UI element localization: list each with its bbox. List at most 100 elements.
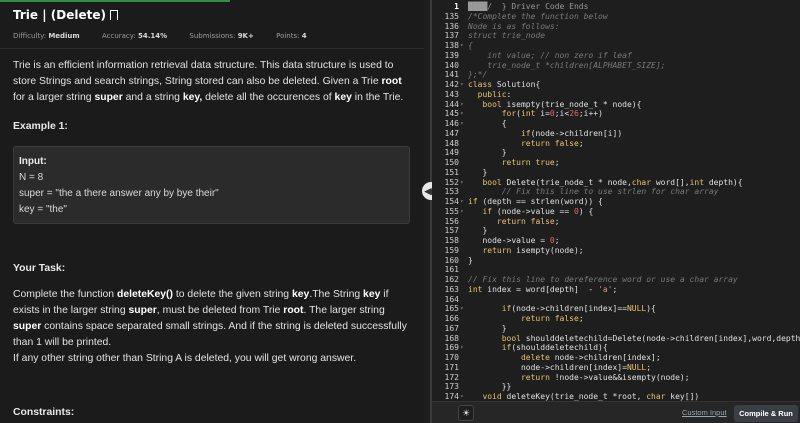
code-text[interactable]: int value; // non zero if leaf xyxy=(468,51,632,61)
code-line[interactable]: 152 ▾ bool Delete(trie_node_t * node,char… xyxy=(432,178,800,188)
editor-bottom-bar: ☀ Custom Input Compile & Run xyxy=(432,401,800,423)
code-text[interactable]: int index = word[depth] - 'a'; xyxy=(468,285,617,295)
code-text[interactable]: /*Complete the function below xyxy=(468,12,608,22)
code-text[interactable]: ████/ } Driver Code Ends xyxy=(468,2,588,12)
code-line[interactable]: 146 ▾ { xyxy=(432,119,800,129)
code-text[interactable]: if (depth == strlen(word)) { xyxy=(468,197,603,207)
fold-chevron-icon[interactable]: ▾ xyxy=(460,178,464,188)
code-text[interactable]: if(shoulddeletechild){ xyxy=(468,343,608,353)
code-text[interactable]: }} xyxy=(468,382,512,392)
compile-run-button[interactable]: Compile & Run xyxy=(734,405,798,422)
code-line[interactable]: 149 } xyxy=(432,148,800,158)
custom-input-link[interactable]: Custom Input xyxy=(682,408,727,417)
code-line[interactable]: 163 int index = word[depth] - 'a'; xyxy=(432,285,800,295)
code-text[interactable]: } xyxy=(468,256,473,266)
code-text[interactable]: if(node->children[i]) xyxy=(468,129,622,139)
code-line[interactable]: 141};*/ xyxy=(432,70,800,80)
code-text[interactable]: } xyxy=(468,168,487,178)
code-line[interactable]: 137 struct trie_node xyxy=(432,31,800,41)
fold-chevron-icon[interactable]: ▾ xyxy=(460,392,464,401)
code-text[interactable]: delete node->children[index]; xyxy=(468,353,661,363)
code-line[interactable]: 167 } xyxy=(432,324,800,334)
code-line[interactable]: 142 ▾ class Solution{ xyxy=(432,80,800,90)
code-line[interactable]: 174 ▾ void deleteKey(trie_node_t *root, c… xyxy=(432,392,800,401)
fold-chevron-icon[interactable]: ▾ xyxy=(460,197,464,207)
bookmark-icon[interactable] xyxy=(109,10,118,23)
code-line[interactable]: 162 // Fix this line to dereference word … xyxy=(432,275,800,285)
code-line[interactable]: 153 // Fix this line to use strlen for c… xyxy=(432,187,800,197)
code-line[interactable]: 136 Node is as follows: xyxy=(432,22,800,32)
fold-chevron-icon[interactable]: ▾ xyxy=(460,304,464,314)
code-text[interactable]: return !node->value&&isempty(node); xyxy=(468,373,690,383)
code-text[interactable]: return false; xyxy=(468,217,560,227)
code-line[interactable]: 154 ▾ if (depth == strlen(word)) { xyxy=(432,197,800,207)
code-text[interactable]: Node is as follows: xyxy=(468,22,560,32)
code-line[interactable]: 172 return !node->value&&isempty(node); xyxy=(432,373,800,383)
code-text[interactable]: return false; xyxy=(468,139,584,149)
code-text[interactable]: };*/ xyxy=(468,70,487,80)
code-text[interactable]: bool Delete(trie_node_t * node,char word… xyxy=(468,178,742,188)
code-line[interactable]: 169 ▾ if(shoulddeletechild){ xyxy=(432,343,800,353)
code-line[interactable]: 165 ▾ if(node->children[index]==NULL){ xyxy=(432,304,800,314)
code-line[interactable]: 147 if(node->children[i]) xyxy=(432,129,800,139)
code-text[interactable]: bool isempty(trie_node_t * node){ xyxy=(468,100,641,110)
code-line[interactable]: 145 ▾ for(int i=0;i<26;i++) xyxy=(432,109,800,119)
fold-chevron-icon[interactable]: ▾ xyxy=(460,343,464,353)
code-line[interactable]: 166 return false; xyxy=(432,314,800,324)
code-text[interactable]: return true; xyxy=(468,158,560,168)
code-line[interactable]: 164 xyxy=(432,295,800,305)
fold-chevron-icon[interactable]: ▾ xyxy=(460,41,464,51)
line-number: 157 xyxy=(444,226,459,236)
code-line[interactable]: 157 } xyxy=(432,226,800,236)
code-text[interactable]: bool shoulddeletechild=Delete(node->chil… xyxy=(468,334,800,344)
code-line[interactable]: 160} xyxy=(432,256,800,266)
code-line[interactable]: 140 trie_node_t *children[ALPHABET_SIZE]… xyxy=(432,61,800,71)
code-line[interactable]: 150 return true; xyxy=(432,158,800,168)
code-text[interactable]: node->children[index]=NULL; xyxy=(468,363,651,373)
lightbulb-icon[interactable]: ☀ xyxy=(458,405,474,421)
fold-chevron-icon[interactable]: ▾ xyxy=(460,100,464,110)
code-line[interactable]: 148 return false; xyxy=(432,139,800,149)
code-line[interactable]: 135 /*Complete the function below xyxy=(432,12,800,22)
code-text[interactable]: if (node->value == 0) { xyxy=(468,207,593,217)
code-line[interactable]: 171 node->children[index]=NULL; xyxy=(432,363,800,373)
code-text[interactable]: // Fix this line to use strlen for char … xyxy=(468,187,719,197)
fold-chevron-icon[interactable]: ▾ xyxy=(460,119,464,129)
code-text[interactable]: trie_node_t *children[ALPHABET_SIZE]; xyxy=(468,61,665,71)
code-editor[interactable]: 1 ████/ } Driver Code Ends 135 /*Complete t… xyxy=(432,0,800,401)
code-text[interactable]: return false; xyxy=(468,314,584,324)
code-line[interactable]: 155 ▾ if (node->value == 0) { xyxy=(432,207,800,217)
code-text[interactable]: } xyxy=(468,226,487,236)
code-text[interactable]: class Solution{ xyxy=(468,80,540,90)
code-line[interactable]: 161 xyxy=(432,265,800,275)
code-text[interactable]: } xyxy=(468,324,507,334)
code-line[interactable]: 159 return isempty(node); xyxy=(432,246,800,256)
code-line[interactable]: 143 public: xyxy=(432,90,800,100)
fold-chevron-icon[interactable]: ▾ xyxy=(460,207,464,217)
code-line[interactable]: 158 node->value = 0; xyxy=(432,236,800,246)
code-text[interactable]: { xyxy=(468,119,507,129)
code-text[interactable]: public: xyxy=(468,90,512,100)
code-line[interactable]: 151 } xyxy=(432,168,800,178)
code-text[interactable]: void deleteKey(trie_node_t *root, char k… xyxy=(468,392,699,401)
code-line[interactable]: 138 ▾ { xyxy=(432,41,800,51)
code-line[interactable]: 139 int value; // non zero if leaf xyxy=(432,51,800,61)
code-line[interactable]: 170 delete node->children[index]; xyxy=(432,353,800,363)
code-text[interactable]: // Fix this line to dereference word or … xyxy=(468,275,738,285)
fold-chevron-icon[interactable]: ▾ xyxy=(460,80,464,90)
code-line[interactable]: 144 ▾ bool isempty(trie_node_t * node){ xyxy=(432,100,800,110)
fold-chevron-icon[interactable]: ▾ xyxy=(460,109,464,119)
code-text[interactable]: } xyxy=(468,148,507,158)
line-number: 150 xyxy=(444,158,459,167)
code-text[interactable]: { xyxy=(468,41,473,51)
code-line[interactable]: 156 return false; xyxy=(432,217,800,227)
points-label: Points: xyxy=(276,32,300,40)
code-line[interactable]: 168 bool shoulddeletechild=Delete(node->… xyxy=(432,334,800,344)
code-text[interactable]: node->value = 0; xyxy=(468,236,559,246)
code-line[interactable]: 173 }} xyxy=(432,382,800,392)
code-text[interactable]: struct trie_node xyxy=(468,31,545,41)
code-text[interactable]: if(node->children[index]==NULL){ xyxy=(468,304,656,314)
code-line[interactable]: 1 ████/ } Driver Code Ends xyxy=(432,2,800,12)
code-text[interactable]: for(int i=0;i<26;i++) xyxy=(468,109,603,119)
code-text[interactable]: return isempty(node); xyxy=(468,246,583,256)
